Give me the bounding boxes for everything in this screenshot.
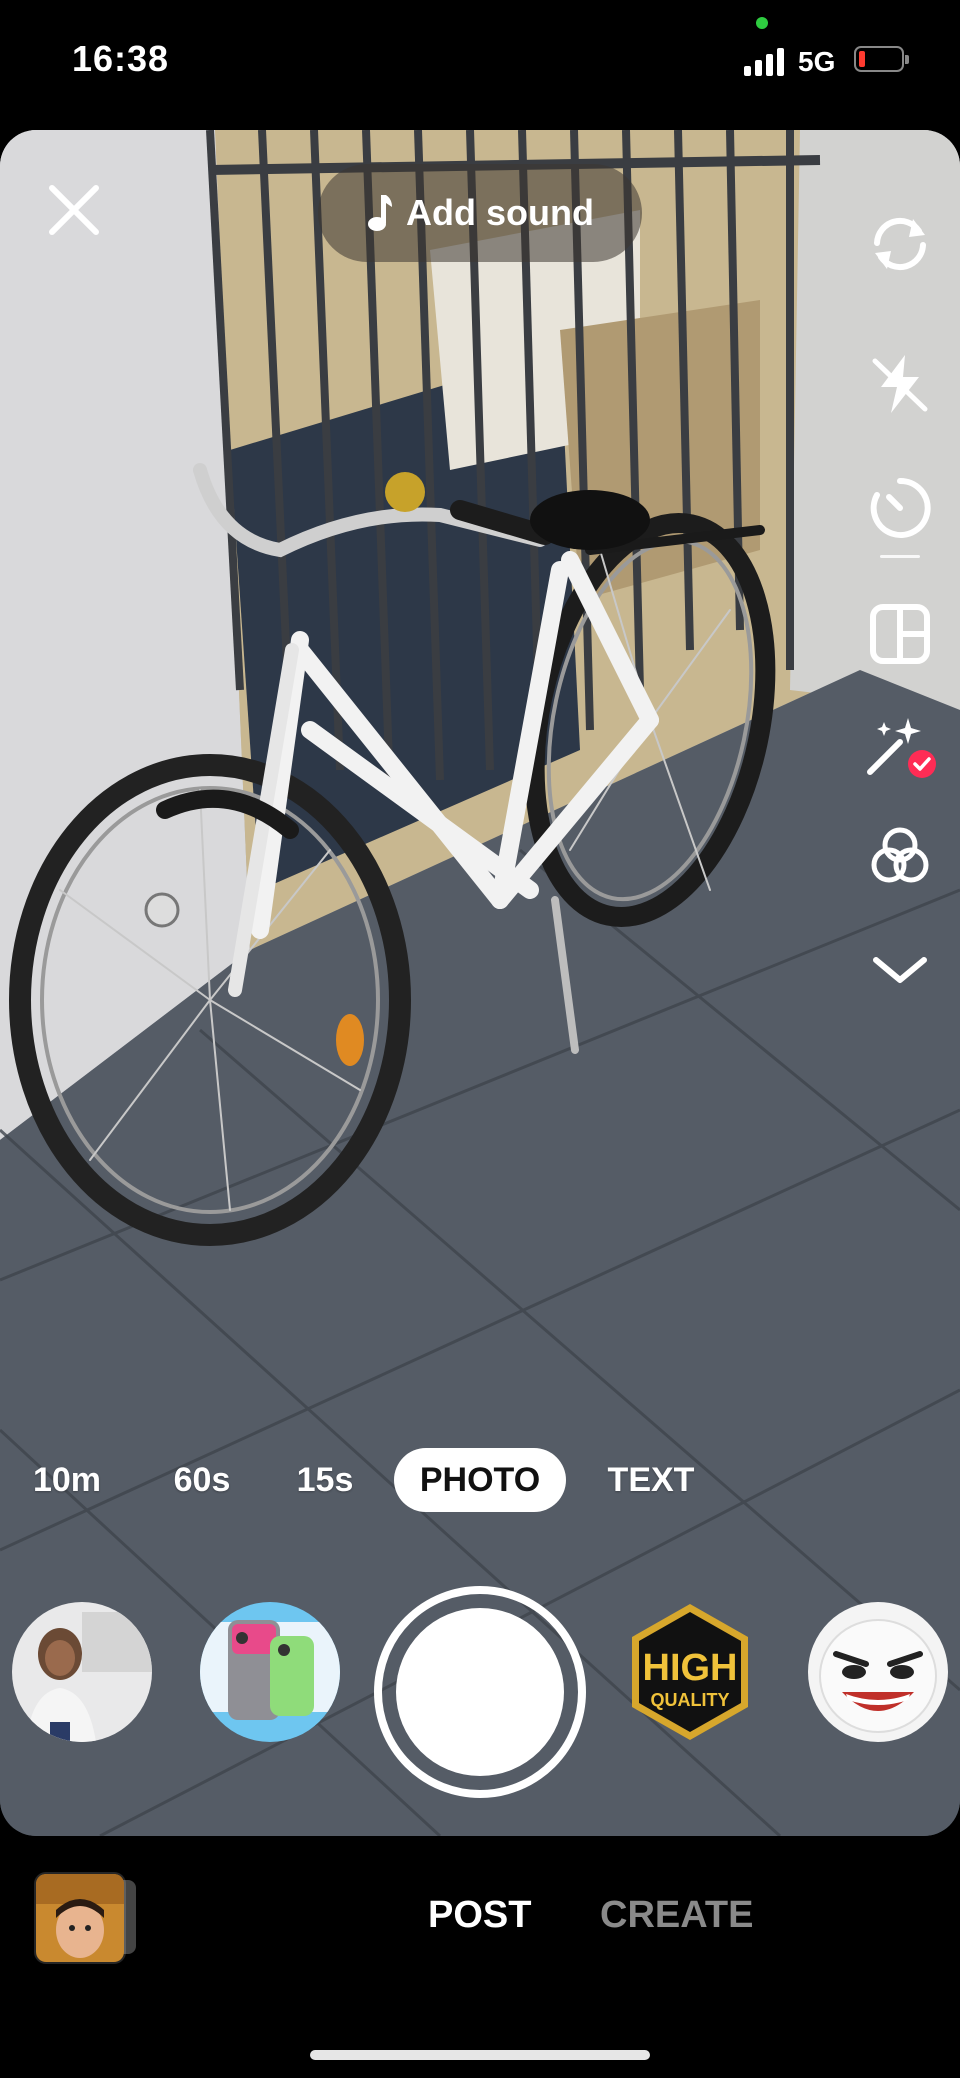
beauty-effects-button[interactable] bbox=[860, 710, 940, 790]
status-time: 16:38 bbox=[72, 38, 170, 79]
filters-button[interactable] bbox=[860, 816, 940, 896]
flash-off-icon bbox=[872, 355, 928, 413]
battery-icon bbox=[854, 46, 909, 72]
effect-quality-label: QUALITY bbox=[651, 1690, 730, 1710]
add-sound-label: Add sound bbox=[406, 192, 594, 233]
flip-camera-button[interactable] bbox=[860, 204, 940, 284]
effect-high-quality[interactable]: HIGH QUALITY bbox=[620, 1602, 760, 1742]
camera-in-use-indicator bbox=[756, 17, 768, 29]
gallery-button[interactable] bbox=[34, 1872, 126, 1964]
layout-button[interactable] bbox=[860, 594, 940, 674]
effect-evil-face-thumbnail bbox=[808, 1602, 948, 1742]
chevron-down-icon bbox=[873, 957, 927, 983]
beauty-effects-icon bbox=[867, 718, 936, 778]
mode-text[interactable]: TEXT bbox=[596, 1448, 706, 1512]
close-icon bbox=[49, 185, 99, 235]
mode-10m[interactable]: 10m bbox=[22, 1448, 112, 1512]
timer-button[interactable] bbox=[860, 468, 940, 548]
toolbar-divider bbox=[880, 555, 920, 558]
layout-icon bbox=[870, 604, 930, 664]
shutter-button[interactable] bbox=[374, 1586, 586, 1798]
add-sound-button[interactable]: Add sound bbox=[318, 164, 642, 262]
capture-mode-selector: 10m 60s 15s PHOTO TEXT bbox=[0, 1448, 960, 1518]
timer-icon bbox=[870, 477, 931, 538]
home-indicator bbox=[310, 2050, 650, 2060]
effect-high-label: HIGH bbox=[643, 1647, 738, 1689]
close-button[interactable] bbox=[44, 180, 104, 240]
tab-post[interactable]: POST bbox=[428, 1894, 531, 1937]
mode-60s[interactable]: 60s bbox=[154, 1448, 250, 1512]
mode-15s[interactable]: 15s bbox=[282, 1448, 368, 1512]
camera-viewfinder[interactable]: Add sound 10m 60s 15s PHOTO TEXT HIGH QU… bbox=[0, 130, 960, 1836]
effect-phones[interactable] bbox=[200, 1602, 340, 1742]
effect-high-quality-thumbnail: HIGH QUALITY bbox=[632, 1604, 748, 1740]
bottom-bar: POST CREATE bbox=[0, 1836, 960, 2078]
effect-evil-face[interactable] bbox=[808, 1602, 948, 1742]
more-tools-button[interactable] bbox=[860, 930, 940, 1010]
mode-photo[interactable]: PHOTO bbox=[394, 1448, 566, 1512]
status-bar: 16:38 5G bbox=[0, 0, 960, 128]
effect-syoad-thumbnail bbox=[12, 1602, 152, 1742]
effects-carousel: HIGH QUALITY bbox=[0, 1560, 960, 1798]
flash-button[interactable] bbox=[860, 344, 940, 424]
music-note-icon bbox=[368, 195, 393, 231]
filters-icon bbox=[871, 827, 929, 883]
side-toolbar bbox=[840, 170, 960, 1150]
network-type: 5G bbox=[798, 46, 836, 77]
tab-create[interactable]: CREATE bbox=[600, 1894, 753, 1937]
effect-phones-thumbnail bbox=[200, 1602, 340, 1742]
effect-syoad[interactable] bbox=[12, 1602, 152, 1742]
flip-camera-icon bbox=[874, 217, 926, 271]
gallery-thumbnail bbox=[36, 1874, 124, 1962]
signal-icon bbox=[744, 48, 786, 76]
shutter-core bbox=[396, 1608, 564, 1776]
